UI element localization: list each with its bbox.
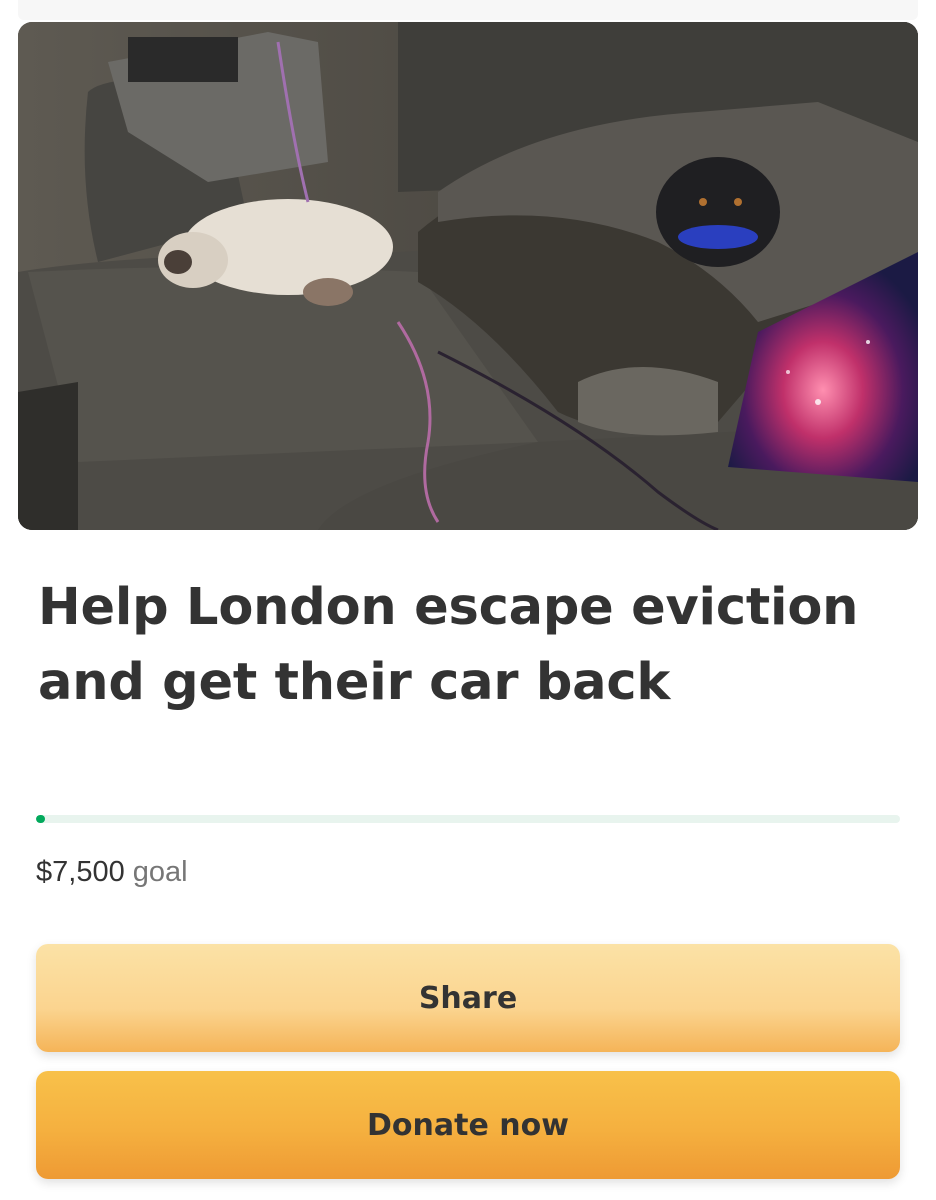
top-card-edge xyxy=(18,0,918,20)
share-button[interactable]: Share xyxy=(36,944,900,1052)
goal-summary: $7,500 goal xyxy=(36,852,188,892)
donate-now-button[interactable]: Donate now xyxy=(36,1071,900,1179)
goal-label: goal xyxy=(132,856,188,888)
campaign-photo-art xyxy=(18,22,918,530)
donate-button-label: Donate now xyxy=(367,1107,569,1143)
funding-progress-fill xyxy=(36,815,45,823)
campaign-photo xyxy=(18,22,918,530)
funding-progress-bar xyxy=(36,815,900,823)
campaign-title: Help London escape eviction and get thei… xyxy=(38,578,859,712)
share-button-label: Share xyxy=(418,980,518,1016)
goal-amount: $7,500 xyxy=(36,856,125,888)
